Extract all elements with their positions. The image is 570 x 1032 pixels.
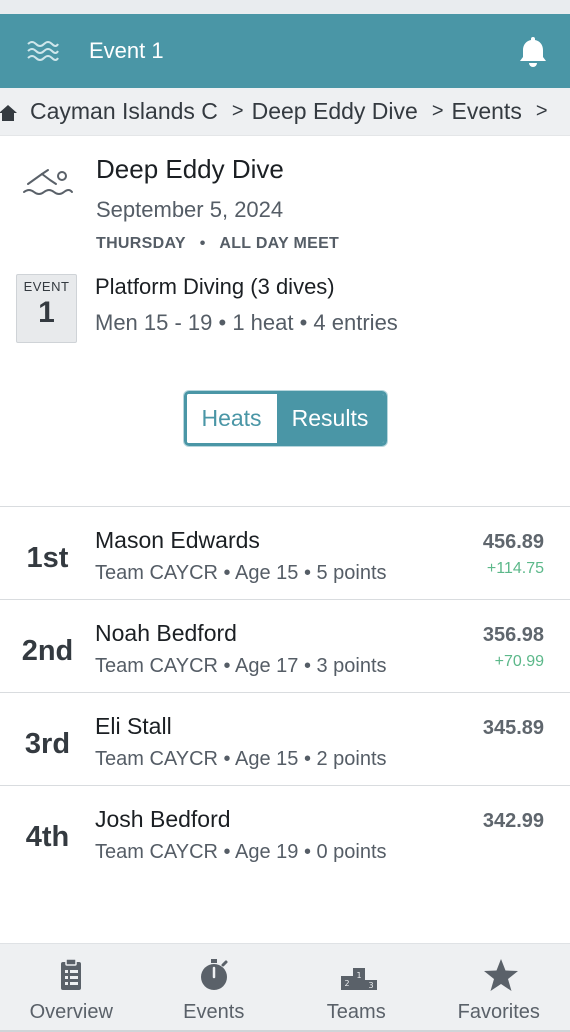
view-toggle-wrap: Heats Results (0, 391, 570, 446)
heats-tab[interactable]: Heats (186, 394, 277, 443)
event-header: EVENT 1 Platform Diving (3 dives) Men 15… (0, 274, 570, 343)
result-meta: Team CAYCR • Age 15 • 2 points (95, 748, 387, 770)
bell-icon[interactable] (518, 34, 548, 68)
meet-day: THURSDAY (96, 235, 186, 252)
tab-label: Events (183, 1001, 245, 1023)
result-delta: +114.75 (486, 560, 544, 577)
result-place: 1st (26, 542, 69, 574)
tab-overview[interactable]: Overview (0, 944, 143, 1032)
svg-text:1: 1 (357, 971, 362, 980)
result-row[interactable]: 2nd Noah Bedford Team CAYCR • Age 17 • 3… (0, 599, 570, 692)
chevron-right-icon: > (231, 100, 244, 122)
home-icon[interactable] (0, 102, 18, 122)
bottom-tab-bar: Overview Events 2 1 3 Teams Favorites (0, 943, 570, 1032)
result-row[interactable]: 3rd Eli Stall Team CAYCR • Age 15 • 2 po… (0, 692, 570, 785)
result-delta: +70.99 (494, 653, 544, 670)
result-name: Noah Bedford (95, 620, 237, 646)
results-list: 1st Mason Edwards Team CAYCR • Age 15 • … (0, 506, 570, 878)
result-place: 3rd (24, 728, 71, 760)
tab-events[interactable]: Events (143, 944, 286, 1032)
event-badge: EVENT 1 (16, 274, 77, 343)
event-meta: Men 15 - 19 • 1 heat • 4 entries (95, 310, 398, 335)
result-name: Eli Stall (95, 713, 172, 739)
app-header: Event 1 (0, 14, 570, 88)
event-badge-number: 1 (38, 296, 55, 329)
clipboard-icon (55, 958, 87, 992)
meet-date: September 5, 2024 (96, 197, 284, 222)
result-score: 342.99 (482, 810, 544, 832)
result-score: 356.98 (482, 624, 544, 646)
result-row[interactable]: 1st Mason Edwards Team CAYCR • Age 15 • … (0, 506, 570, 599)
meet-header: Deep Eddy Dive September 5, 2024 THURSDA… (0, 136, 570, 274)
breadcrumb-item-meet[interactable]: Deep Eddy Dive (252, 98, 418, 125)
tab-label: Overview (29, 1001, 113, 1023)
result-score: 345.89 (482, 717, 544, 739)
result-meta: Team CAYCR • Age 15 • 5 points (95, 562, 387, 584)
stopwatch-icon (198, 958, 230, 992)
tab-label: Teams (326, 1001, 386, 1023)
svg-text:2: 2 (345, 979, 350, 988)
breadcrumb: Cayman Islands C > Deep Eddy Dive > Even… (0, 88, 570, 136)
tab-favorites[interactable]: Favorites (428, 944, 570, 1032)
tab-teams[interactable]: 2 1 3 Teams (285, 944, 428, 1032)
event-name: Platform Diving (3 dives) (95, 274, 335, 299)
meet-name: Deep Eddy Dive (96, 154, 284, 184)
breadcrumb-item-events[interactable]: Events (452, 98, 522, 125)
result-name: Mason Edwards (95, 527, 260, 553)
view-toggle: Heats Results (183, 391, 387, 446)
meet-separator: • (199, 235, 206, 252)
result-place: 4th (25, 821, 70, 853)
status-strip (0, 0, 570, 14)
svg-text:3: 3 (369, 981, 374, 990)
result-name: Josh Bedford (95, 806, 231, 832)
swimmer-icon (20, 162, 76, 202)
result-score: 456.89 (482, 531, 544, 553)
result-place: 2nd (21, 635, 74, 667)
result-meta: Team CAYCR • Age 19 • 0 points (95, 841, 387, 863)
chevron-right-icon: > (535, 100, 548, 122)
results-tab[interactable]: Results (276, 394, 384, 443)
chevron-right-icon: > (431, 100, 444, 122)
meet-subinfo: THURSDAY • ALL DAY MEET (96, 235, 339, 253)
waves-icon[interactable] (26, 37, 62, 65)
result-row[interactable]: 4th Josh Bedford Team CAYCR • Age 19 • 0… (0, 785, 570, 878)
breadcrumb-item-team[interactable]: Cayman Islands C (30, 98, 218, 125)
podium-icon: 2 1 3 (340, 958, 378, 992)
meet-session: ALL DAY MEET (219, 235, 340, 252)
result-meta: Team CAYCR • Age 17 • 3 points (95, 655, 387, 677)
event-badge-label: EVENT (23, 279, 70, 294)
tab-label: Favorites (457, 1001, 540, 1023)
page-title: Event 1 (89, 38, 164, 63)
star-icon (483, 958, 518, 992)
